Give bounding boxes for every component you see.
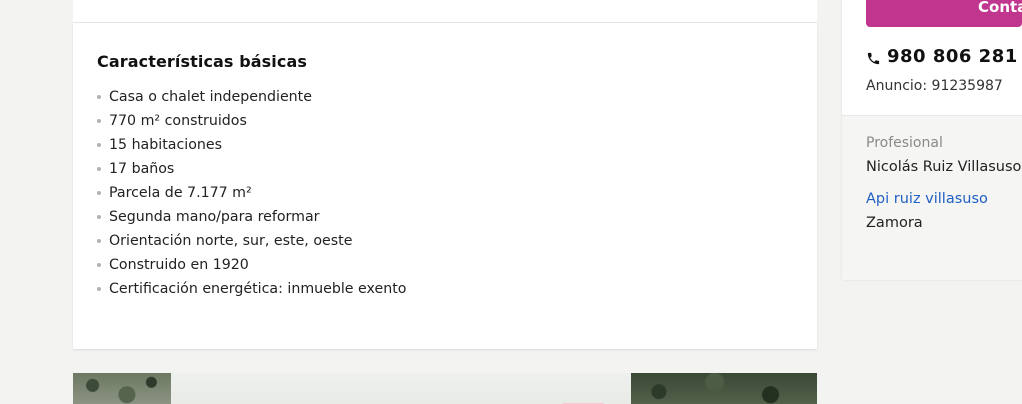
feature-text: Certificación energética: inmueble exent…: [109, 281, 407, 297]
feature-text: Construido en 1920: [109, 257, 249, 273]
advertiser-city: Zamora: [866, 215, 923, 231]
basic-features-list: Casa o chalet independiente 770 m² const…: [97, 87, 406, 303]
property-photo[interactable]: [73, 373, 817, 404]
basic-features-title: Características básicas: [97, 52, 307, 71]
contact-sidebar: Contactar 980 806 281 Anuncio: 91235987 …: [842, 0, 1022, 280]
advertiser-type: Profesional: [866, 135, 943, 151]
feature-text: 770 m² construidos: [109, 113, 247, 129]
bullet-icon: [97, 263, 101, 267]
feature-text: 15 habitaciones: [109, 137, 222, 153]
ad-reference-number: 91235987: [931, 78, 1003, 94]
advertiser-panel: Profesional Nicolás Ruiz Villasuso Api r…: [842, 115, 1022, 280]
bullet-icon: [97, 95, 101, 99]
bullet-icon: [97, 215, 101, 219]
photo-tree-right: [631, 373, 817, 404]
photo-tree-left: [73, 373, 171, 404]
feature-item-bathrooms: 17 baños: [97, 159, 406, 183]
basic-features-card: Características básicas Casa o chalet in…: [73, 23, 817, 349]
phone-icon: [867, 52, 880, 64]
feature-text: Segunda mano/para reformar: [109, 209, 320, 225]
bullet-icon: [97, 167, 101, 171]
feature-item-property-type: Casa o chalet independiente: [97, 87, 406, 111]
feature-text: Casa o chalet independiente: [109, 89, 312, 105]
contact-button-label: Contactar: [978, 0, 1022, 16]
feature-item-rooms: 15 habitaciones: [97, 135, 406, 159]
feature-item-orientation: Orientación norte, sur, este, oeste: [97, 231, 406, 255]
phone-number: 980 806 281: [887, 45, 1018, 67]
advertiser-agency-link[interactable]: Api ruiz villasuso: [866, 191, 988, 207]
ad-reference: Anuncio: 91235987: [866, 78, 1003, 94]
previous-section-card: [73, 0, 817, 23]
feature-item-year-built: Construido en 1920: [97, 255, 406, 279]
ad-reference-label: Anuncio:: [866, 78, 928, 94]
feature-text: 17 baños: [109, 161, 175, 177]
feature-text: Orientación norte, sur, este, oeste: [109, 233, 353, 249]
contact-button[interactable]: Contactar: [866, 0, 1022, 27]
bullet-icon: [97, 287, 101, 291]
phone-link[interactable]: 980 806 281: [866, 45, 1018, 67]
feature-item-condition: Segunda mano/para reformar: [97, 207, 406, 231]
advertiser-name: Nicolás Ruiz Villasuso: [866, 159, 1022, 175]
feature-item-plot: Parcela de 7.177 m²: [97, 183, 406, 207]
bullet-icon: [97, 191, 101, 195]
feature-text: Parcela de 7.177 m²: [109, 185, 252, 201]
bullet-icon: [97, 143, 101, 147]
bullet-icon: [97, 239, 101, 243]
feature-item-energy-certificate: Certificación energética: inmueble exent…: [97, 279, 406, 303]
bullet-icon: [97, 119, 101, 123]
feature-item-built-area: 770 m² construidos: [97, 111, 406, 135]
